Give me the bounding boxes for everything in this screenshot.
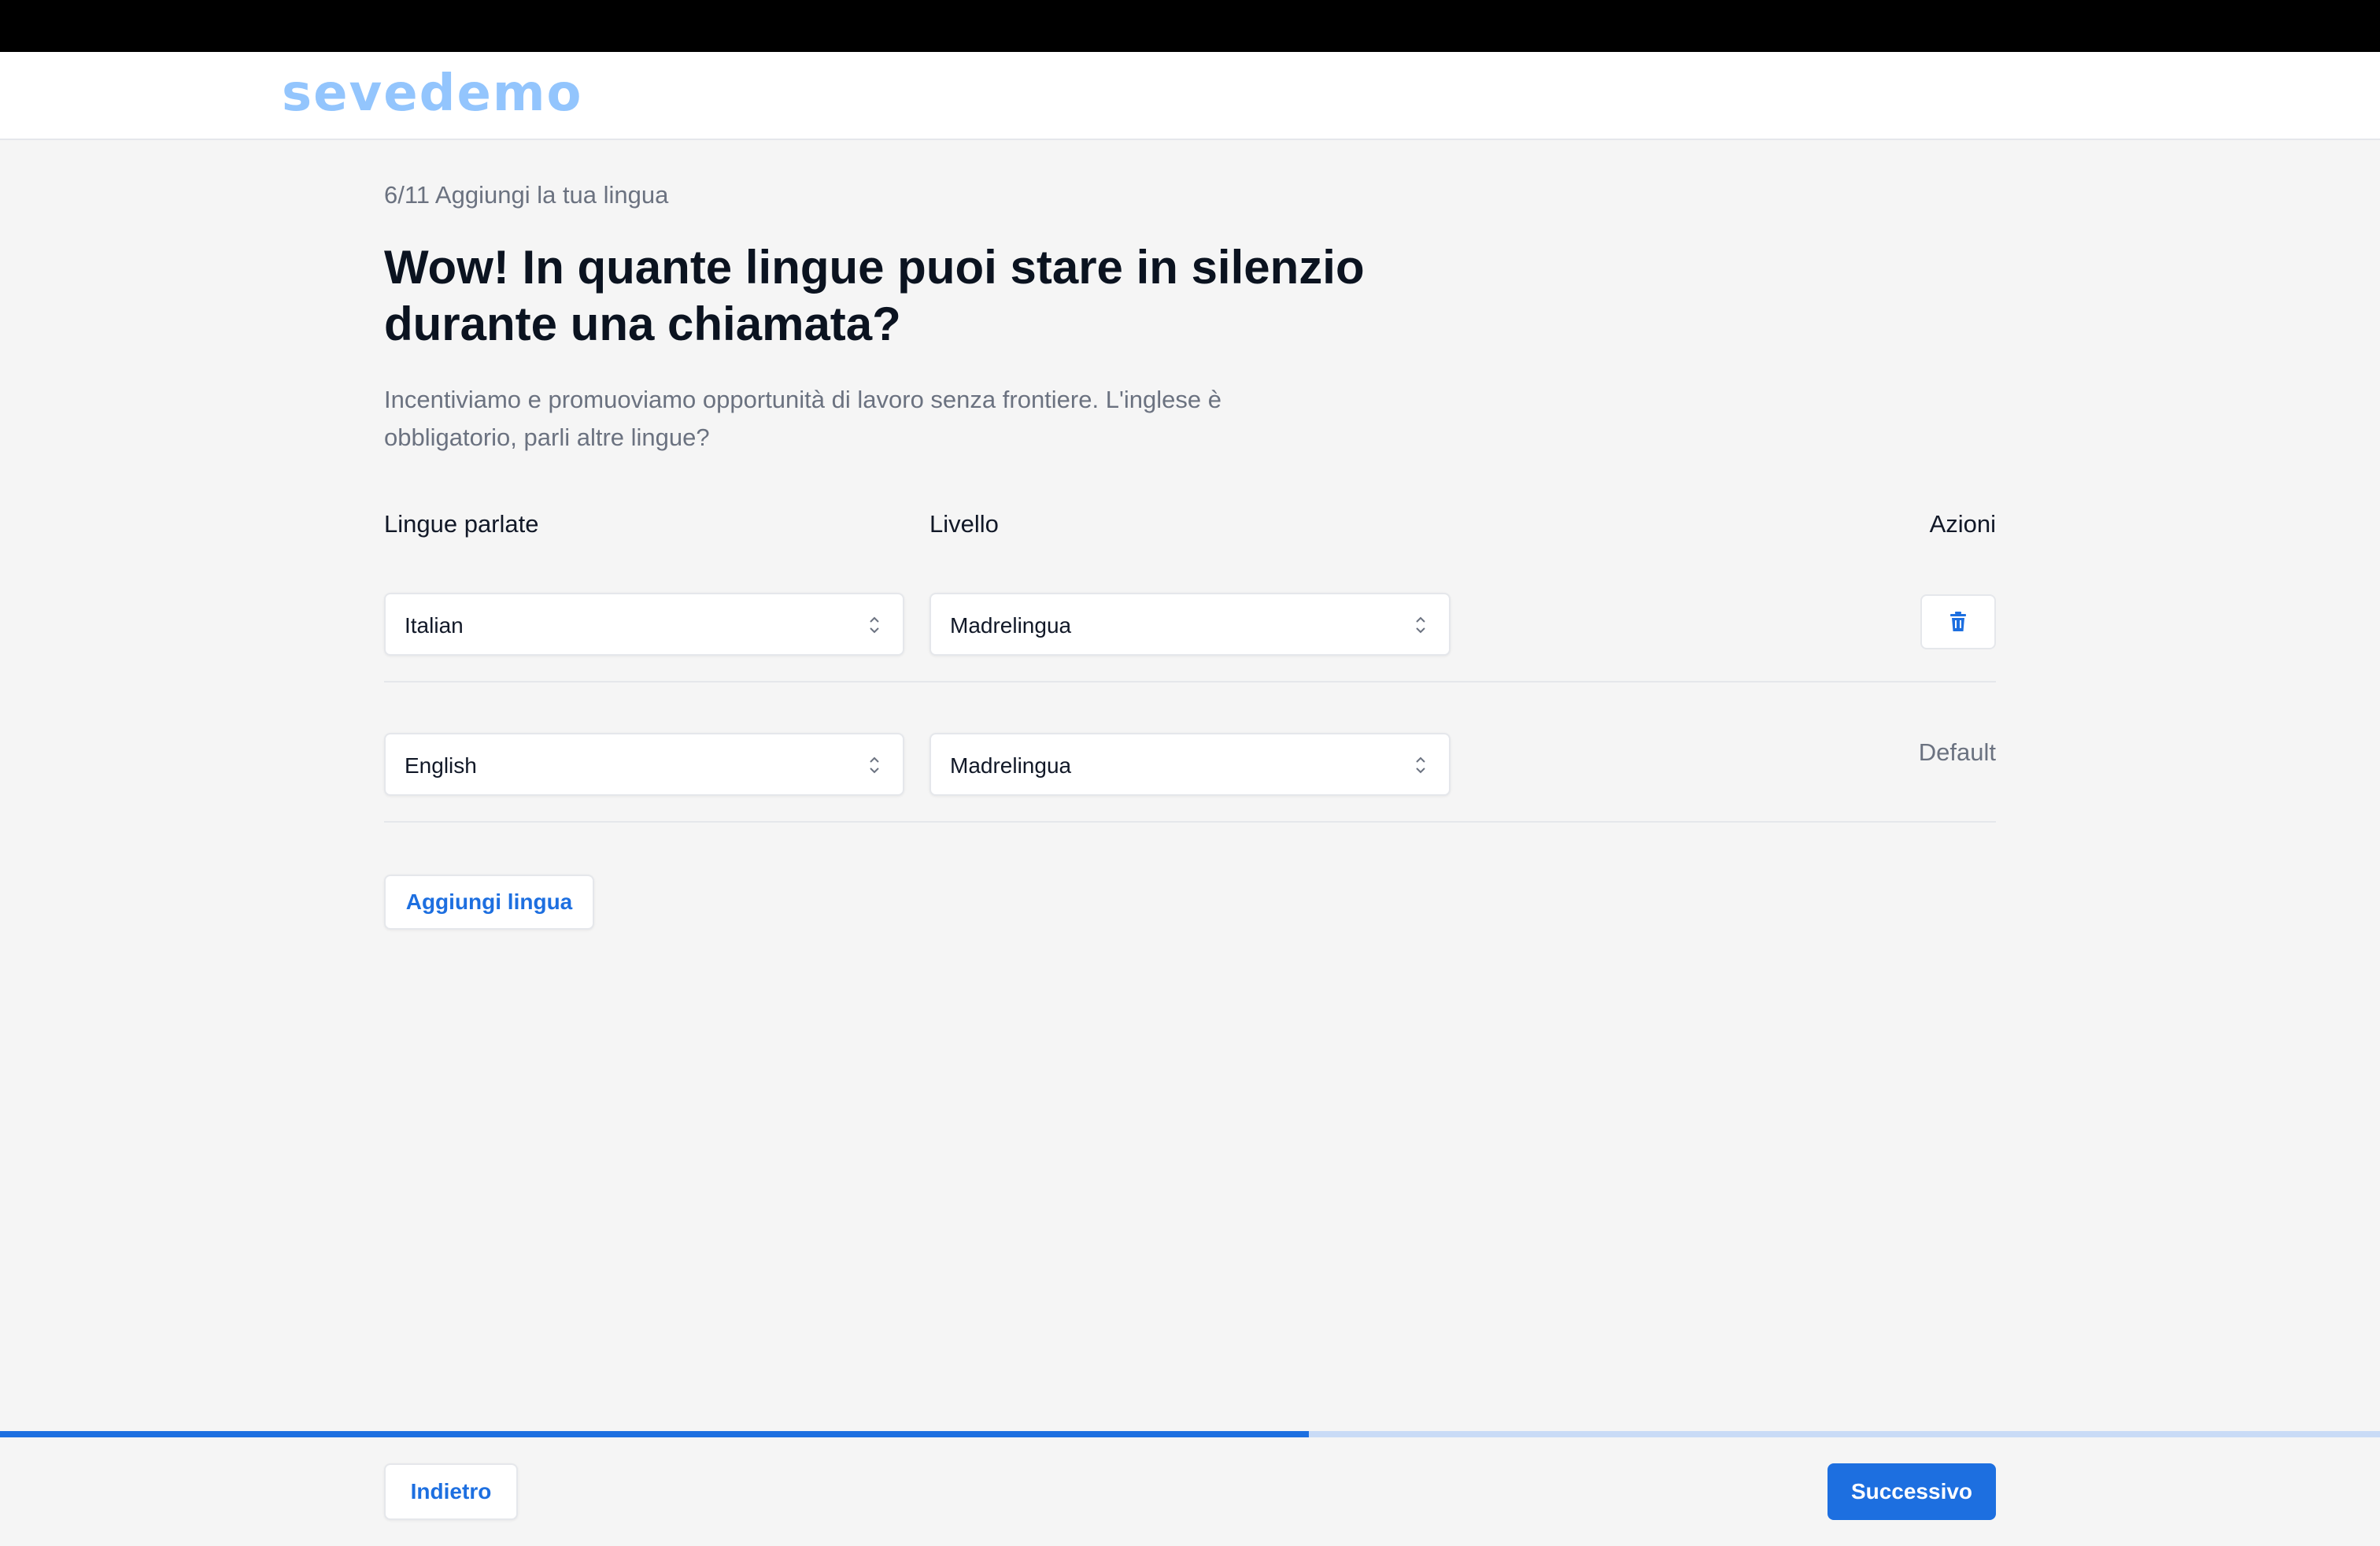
language-select-2-value: English bbox=[405, 753, 477, 778]
next-button[interactable]: Successivo bbox=[1828, 1463, 1996, 1520]
chevron-up-down-icon bbox=[1416, 616, 1425, 634]
column-header-language: Lingue parlate bbox=[384, 510, 539, 538]
chevron-up-down-icon bbox=[870, 756, 879, 774]
chevron-up-down-icon bbox=[870, 616, 879, 634]
level-select-2[interactable]: Madrelingua bbox=[929, 733, 1451, 796]
footer bbox=[0, 1437, 2380, 1546]
page-subtitle-line-2: obbligatorio, parli altre lingue? bbox=[384, 423, 710, 451]
level-select-1-value: Madrelingua bbox=[950, 613, 1072, 638]
column-header-level: Livello bbox=[929, 510, 999, 538]
page-subtitle-line-1: Incentiviamo e promuoviamo opportunità d… bbox=[384, 386, 1221, 413]
progress-bar-fill bbox=[0, 1431, 1310, 1437]
row-divider bbox=[384, 681, 1996, 682]
page-title-line-1: Wow! In quante lingue puoi stare in sile… bbox=[384, 241, 1365, 294]
default-language-label: Default bbox=[1918, 738, 1996, 766]
progress-bar bbox=[0, 1431, 2380, 1437]
chevron-up-down-icon bbox=[1416, 756, 1425, 774]
column-header-actions: Azioni bbox=[1929, 510, 1996, 538]
level-select-2-value: Madrelingua bbox=[950, 753, 1072, 778]
step-indicator: 6/11 Aggiungi la tua lingua bbox=[384, 181, 669, 209]
top-black-bar bbox=[0, 0, 2380, 52]
level-select-1[interactable]: Madrelingua bbox=[929, 593, 1451, 656]
page-title-line-2: durante una chiamata? bbox=[384, 298, 901, 350]
page-subtitle: Incentiviamo e promuoviamo opportunità d… bbox=[384, 381, 1368, 457]
language-select-2[interactable]: English bbox=[384, 733, 904, 796]
language-select-1[interactable]: Italian bbox=[384, 593, 904, 656]
row-divider bbox=[384, 821, 1996, 823]
delete-language-button[interactable] bbox=[1920, 594, 1996, 649]
language-select-1-value: Italian bbox=[405, 613, 464, 638]
add-language-button[interactable]: Aggiungi lingua bbox=[384, 875, 594, 930]
page-title: Wow! In quante lingue puoi stare in sile… bbox=[384, 239, 1407, 353]
header: sevedemo bbox=[0, 52, 2380, 140]
trash-icon bbox=[1950, 612, 1966, 631]
logo[interactable]: sevedemo bbox=[282, 65, 583, 123]
back-button[interactable]: Indietro bbox=[384, 1463, 518, 1520]
